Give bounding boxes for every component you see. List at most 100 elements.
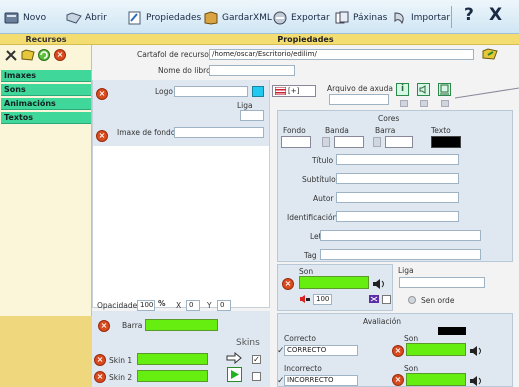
libro-input[interactable] bbox=[209, 65, 295, 76]
skin2-checkbox[interactable] bbox=[252, 372, 261, 381]
tools-icon[interactable] bbox=[4, 48, 18, 62]
logo-input[interactable] bbox=[174, 86, 248, 97]
close-button[interactable]: X bbox=[489, 5, 503, 25]
speaker-icon[interactable] bbox=[372, 278, 386, 290]
liga-input[interactable] bbox=[240, 110, 264, 121]
paxinas-button[interactable]: Páxinas bbox=[334, 9, 387, 27]
banda-toggle[interactable] bbox=[322, 137, 330, 147]
opacidade-input[interactable]: 100 bbox=[137, 300, 155, 311]
volume-input[interactable]: 100 bbox=[313, 294, 332, 305]
delete-bar-icon[interactable]: × bbox=[98, 320, 110, 332]
help-label: ? bbox=[464, 5, 474, 25]
imaxe-fondo-input[interactable] bbox=[174, 127, 264, 138]
propiedades-label: Propiedades bbox=[146, 13, 202, 23]
son-correcto-input[interactable] bbox=[406, 343, 466, 356]
opacidade-unit: % bbox=[158, 299, 166, 308]
sidebar-item-textos[interactable]: Textos bbox=[1, 112, 91, 124]
delete-correct-sound-icon[interactable]: × bbox=[392, 345, 404, 357]
importar-button[interactable]: Importar bbox=[392, 9, 450, 27]
abrir-button[interactable]: Abrir bbox=[66, 9, 107, 27]
son-incorrecto-input[interactable] bbox=[406, 373, 466, 386]
open-folder-icon bbox=[66, 12, 82, 24]
properties-icon bbox=[128, 11, 141, 25]
open-folder-icon[interactable] bbox=[21, 48, 35, 62]
refresh-icon[interactable] bbox=[37, 48, 51, 62]
delete-skin1-icon[interactable]: × bbox=[94, 354, 106, 366]
help-link-line bbox=[455, 87, 519, 99]
logo-color-swatch[interactable] bbox=[252, 86, 264, 97]
fondo-color-swatch[interactable] bbox=[281, 136, 311, 148]
add-help-button[interactable]: [+] bbox=[272, 85, 316, 97]
tag-input[interactable] bbox=[320, 249, 481, 260]
gardarxml-label: GardarXML bbox=[222, 13, 272, 23]
cartafol-label: Cartafol de recursos bbox=[137, 50, 213, 59]
subtitulo-input[interactable] bbox=[336, 173, 459, 184]
banda-color-swatch[interactable] bbox=[334, 136, 364, 148]
delete-sound-icon[interactable]: × bbox=[282, 278, 294, 290]
titulo-input[interactable] bbox=[336, 154, 459, 165]
gardarxml-button[interactable]: GardarXML bbox=[203, 9, 272, 27]
info-icon[interactable]: i bbox=[396, 83, 409, 96]
identificacion-input[interactable] bbox=[336, 211, 459, 222]
exportar-button[interactable]: Exportar bbox=[272, 9, 330, 27]
autor-input[interactable] bbox=[336, 192, 459, 203]
barra-label: Barra bbox=[122, 321, 143, 330]
help-button[interactable]: ? bbox=[464, 5, 474, 25]
skin1-checkbox[interactable]: ✓ bbox=[252, 355, 261, 364]
propiedades-button[interactable]: Propiedades bbox=[127, 9, 201, 27]
texto-color-swatch[interactable] bbox=[431, 136, 461, 148]
y-input[interactable]: 0 bbox=[217, 300, 231, 311]
skin1-input[interactable] bbox=[137, 353, 208, 365]
identificacion-label: Identificación bbox=[287, 213, 338, 222]
window-toggle[interactable] bbox=[441, 100, 449, 107]
delete-skin2-icon[interactable]: × bbox=[94, 371, 106, 383]
sidebar-item-sons[interactable]: Sons bbox=[1, 84, 91, 96]
main-title: Propiedades bbox=[92, 34, 519, 45]
speaker-icon[interactable] bbox=[469, 345, 483, 357]
delete-logo-icon[interactable]: × bbox=[96, 88, 108, 100]
sidebar-item-label: Imaxes bbox=[4, 71, 37, 80]
arrow-right-icon[interactable] bbox=[226, 352, 242, 364]
liga2-input[interactable] bbox=[399, 277, 485, 288]
arquivo-axuda-input[interactable] bbox=[329, 94, 389, 105]
open-folder-icon[interactable] bbox=[482, 47, 498, 61]
delete-background-icon[interactable]: × bbox=[96, 130, 108, 142]
delete-incorrect-sound-icon[interactable]: × bbox=[392, 374, 404, 386]
speaker-shape bbox=[419, 85, 426, 94]
texto-label: Texto bbox=[431, 126, 451, 135]
shuffle-checkbox[interactable] bbox=[382, 295, 391, 304]
export-icon bbox=[273, 11, 287, 25]
speaker-icon[interactable] bbox=[469, 375, 483, 387]
skin2-input[interactable] bbox=[137, 370, 208, 382]
sound-toggle[interactable] bbox=[420, 100, 428, 107]
barra-toggle[interactable] bbox=[373, 137, 381, 147]
volume-icon[interactable] bbox=[299, 294, 311, 304]
logo-label: Logo bbox=[155, 87, 173, 96]
subtitulo-label: Subtítulo bbox=[302, 175, 336, 184]
letras-input[interactable] bbox=[320, 230, 481, 241]
sidebar-item-animacions[interactable]: Animacións bbox=[1, 98, 91, 110]
close-label: X bbox=[489, 5, 503, 25]
novo-button[interactable]: Novo bbox=[4, 9, 46, 27]
shuffle-icon[interactable] bbox=[368, 294, 380, 304]
info-toggle[interactable] bbox=[400, 100, 408, 107]
libro-label: Nome do libro bbox=[158, 66, 211, 75]
incorrecto-input[interactable]: INCORRECTO bbox=[284, 375, 358, 386]
add-help-label: [+] bbox=[288, 87, 300, 95]
play-button[interactable] bbox=[227, 367, 242, 382]
sidebar-title: Recursos bbox=[0, 34, 92, 45]
son-input[interactable] bbox=[299, 276, 369, 289]
correcto-input[interactable]: CORRECTO bbox=[284, 345, 358, 356]
avaliacion-color-swatch[interactable] bbox=[438, 327, 466, 335]
window-icon[interactable] bbox=[438, 83, 451, 96]
barra-input[interactable] bbox=[145, 319, 218, 331]
x-input[interactable]: 0 bbox=[186, 300, 200, 311]
sidebar-tools: × bbox=[4, 48, 90, 62]
banda-label: Banda bbox=[325, 126, 349, 135]
sen-orde-radio[interactable] bbox=[408, 296, 416, 304]
sound-icon[interactable] bbox=[417, 83, 430, 96]
cartafol-input[interactable]: /home/oscar/Escritorio/edilim/ bbox=[209, 49, 474, 60]
barra-color-swatch[interactable] bbox=[385, 136, 413, 148]
delete-icon[interactable]: × bbox=[54, 49, 66, 61]
sidebar-item-imaxes[interactable]: Imaxes bbox=[1, 70, 91, 82]
